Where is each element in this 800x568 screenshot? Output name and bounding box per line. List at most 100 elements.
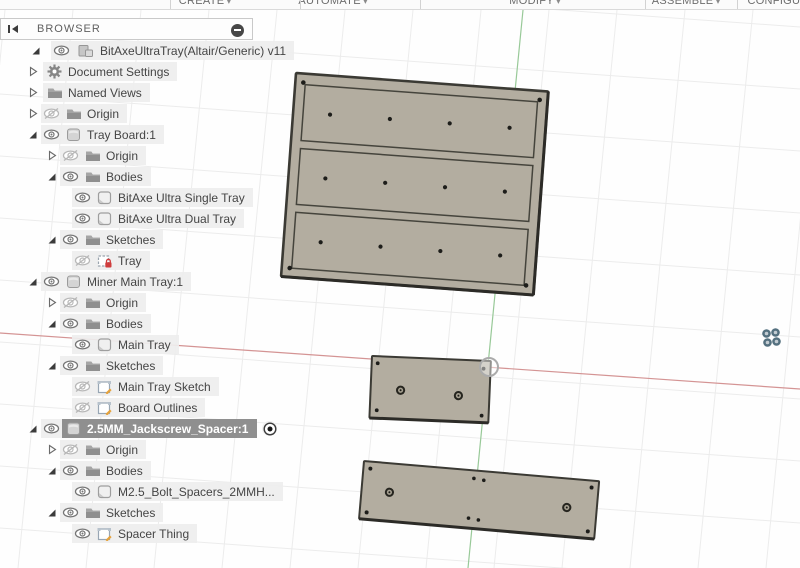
- eye-visible-icon[interactable]: [41, 419, 62, 438]
- tree-row-origin[interactable]: Origin: [0, 439, 270, 460]
- tree-row-bitaxe-ultra-dual-tray[interactable]: BitAxe Ultra Dual Tray: [0, 208, 270, 229]
- menu-automate[interactable]: AUTOMATE: [298, 0, 367, 7]
- tree-row-sketches[interactable]: Sketches: [0, 229, 270, 250]
- eye-visible-icon[interactable]: [60, 356, 81, 375]
- collapsed-arrow-icon[interactable]: [26, 65, 39, 78]
- eye-visible-icon[interactable]: [72, 482, 93, 501]
- tree-row-label: Origin: [104, 296, 146, 310]
- tray-board-model[interactable]: [281, 73, 548, 295]
- menu-create[interactable]: CREATE: [179, 0, 231, 7]
- row-strip: Tray Board:1: [41, 125, 164, 144]
- eye-hidden-icon[interactable]: [41, 104, 62, 123]
- origin-indicator[interactable]: [480, 358, 498, 376]
- tree-row-bodies[interactable]: Bodies: [0, 460, 270, 481]
- eye-hidden-icon[interactable]: [60, 440, 81, 459]
- dot-cluster-icon[interactable]: [762, 328, 781, 347]
- panel-collapse-icon[interactable]: [8, 24, 20, 34]
- folder-icon: [62, 104, 85, 123]
- tree-row-tray-board-1[interactable]: Tray Board:1: [0, 124, 270, 145]
- eye-hidden-icon[interactable]: [72, 377, 93, 396]
- row-strip: Origin: [60, 440, 146, 459]
- tree-row-m2-5-bolt-spacers-2mmh[interactable]: M2.5_Bolt_Spacers_2MMH...: [0, 481, 270, 502]
- tree-row-bitaxe-ultra-single-tray[interactable]: BitAxe Ultra Single Tray: [0, 187, 270, 208]
- collapsed-arrow-icon[interactable]: [45, 149, 58, 162]
- expanded-arrow-icon[interactable]: [26, 275, 39, 288]
- collapsed-arrow-icon[interactable]: [26, 107, 39, 120]
- tree-row-document-settings[interactable]: Document Settings: [0, 61, 270, 82]
- selected-row-strip: 2.5MM_Jackscrew_Spacer:1: [62, 419, 257, 438]
- tree-row-bodies[interactable]: Bodies: [0, 166, 270, 187]
- eye-visible-icon[interactable]: [60, 230, 81, 249]
- folder-icon: [81, 440, 104, 459]
- row-strip: Bodies: [60, 167, 151, 186]
- eye-visible-icon[interactable]: [60, 167, 81, 186]
- eye-visible-icon[interactable]: [41, 272, 62, 291]
- tree-row-origin[interactable]: Origin: [0, 292, 270, 313]
- eye-hidden-icon[interactable]: [60, 146, 81, 165]
- main-tray-model[interactable]: [369, 356, 490, 423]
- tree-row-label: Bodies: [104, 464, 151, 478]
- expanded-arrow-icon[interactable]: [29, 44, 42, 57]
- eye-hidden-icon[interactable]: [60, 293, 81, 312]
- eye-hidden-icon[interactable]: [72, 251, 93, 270]
- expanded-arrow-icon[interactable]: [45, 464, 58, 477]
- tree-row-label: Main Tray Sketch: [116, 380, 219, 394]
- menu-configur[interactable]: CONFIGUR: [747, 0, 800, 7]
- eye-visible-icon[interactable]: [72, 335, 93, 354]
- menu-assemble[interactable]: ASSEMBLE: [652, 0, 721, 7]
- eye-hidden-icon[interactable]: [72, 398, 93, 417]
- expanded-arrow-icon[interactable]: [45, 506, 58, 519]
- tree-row-bodies[interactable]: Bodies: [0, 313, 270, 334]
- eye-visible-icon[interactable]: [60, 314, 81, 333]
- tree-row-label: Sketches: [104, 233, 163, 247]
- expanded-arrow-icon[interactable]: [26, 128, 39, 141]
- expanded-arrow-icon[interactable]: [45, 233, 58, 246]
- spacer-model[interactable]: [359, 461, 599, 539]
- activate-component-radio[interactable]: [262, 421, 277, 436]
- browser-minimize-button[interactable]: [231, 24, 244, 37]
- expanded-arrow-icon[interactable]: [45, 359, 58, 372]
- collapsed-arrow-icon[interactable]: [26, 86, 39, 99]
- eye-visible-icon[interactable]: [60, 503, 81, 522]
- row-strip: Origin: [60, 146, 146, 165]
- tree-row-bitaxeultratray-altair-generic-v11[interactable]: BitAxeUltraTray(Altair/Generic) v11: [0, 40, 270, 61]
- tree-row-miner-main-tray-1[interactable]: Miner Main Tray:1: [0, 271, 270, 292]
- tree-row-sketches[interactable]: Sketches: [0, 355, 270, 376]
- row-strip: Origin: [60, 293, 146, 312]
- eye-visible-icon[interactable]: [60, 461, 81, 480]
- folder-icon: [81, 293, 104, 312]
- tree-row-origin[interactable]: Origin: [0, 103, 270, 124]
- tree-row-spacer-thing[interactable]: Spacer Thing: [0, 523, 270, 544]
- tree-row-label: Origin: [104, 443, 146, 457]
- folder-icon: [81, 230, 104, 249]
- tree-row-2-5mm-jackscrew-spacer-1[interactable]: 2.5MM_Jackscrew_Spacer:1: [0, 418, 270, 439]
- eye-visible-icon[interactable]: [72, 209, 93, 228]
- folder-icon: [81, 356, 104, 375]
- tree-row-main-tray[interactable]: Main Tray: [0, 334, 270, 355]
- collapsed-arrow-icon[interactable]: [45, 443, 58, 456]
- tree-row-label: Tray: [116, 254, 150, 268]
- tree-row-label: Sketches: [104, 506, 163, 520]
- expanded-arrow-icon[interactable]: [45, 317, 58, 330]
- sketch-icon: [93, 377, 116, 396]
- eye-visible-icon[interactable]: [41, 125, 62, 144]
- tree-row-origin[interactable]: Origin: [0, 145, 270, 166]
- folder-icon: [81, 314, 104, 333]
- tree-row-tray[interactable]: Tray: [0, 250, 270, 271]
- component-icon: [62, 125, 85, 144]
- eye-visible-icon[interactable]: [72, 524, 93, 543]
- tree-row-sketches[interactable]: Sketches: [0, 502, 270, 523]
- tree-row-named-views[interactable]: Named Views: [0, 82, 270, 103]
- tree-row-label: Sketches: [104, 359, 163, 373]
- eye-visible-icon[interactable]: [72, 188, 93, 207]
- menu-divider: [420, 0, 421, 9]
- folder-icon: [81, 503, 104, 522]
- expanded-arrow-icon[interactable]: [45, 170, 58, 183]
- tree-row-board-outlines[interactable]: Board Outlines: [0, 397, 270, 418]
- menu-divider: [645, 0, 646, 9]
- menu-modify[interactable]: MODIFY: [509, 0, 560, 7]
- eye-visible-icon[interactable]: [51, 41, 72, 60]
- collapsed-arrow-icon[interactable]: [45, 296, 58, 309]
- tree-row-main-tray-sketch[interactable]: Main Tray Sketch: [0, 376, 270, 397]
- expanded-arrow-icon[interactable]: [26, 422, 39, 435]
